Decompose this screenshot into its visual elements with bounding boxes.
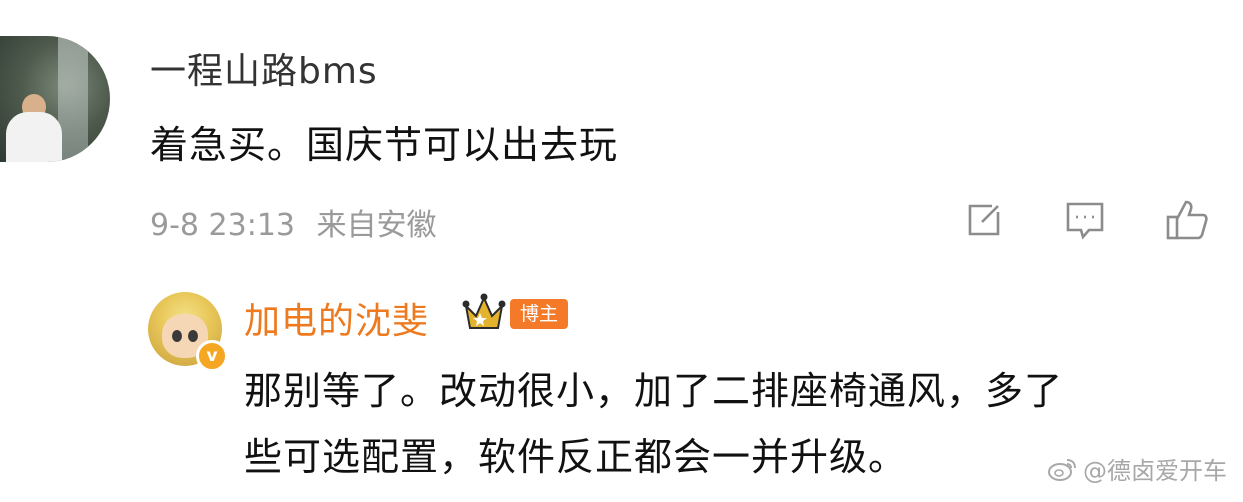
verified-badge: v (196, 340, 228, 372)
comment-time: 9-8 23:13 (150, 208, 295, 243)
watermark-text: @德卤爱开车 (1083, 457, 1227, 485)
host-badge: 博主 (510, 299, 569, 329)
share-edit-icon[interactable] (962, 198, 1006, 242)
weibo-logo-icon (1048, 458, 1076, 481)
user-avatar[interactable] (0, 36, 110, 162)
reply-username[interactable]: 加电的沈斐 (244, 292, 429, 344)
thumbs-up-icon[interactable] (1165, 198, 1209, 242)
comment-meta: 9-8 23:13 来自安徽 (150, 200, 437, 244)
avatar-eye (188, 330, 198, 342)
comment-username[interactable]: 一程山路bms (150, 42, 378, 94)
comment-location: 来自安徽 (316, 208, 437, 243)
avatar-background (58, 36, 88, 162)
avatar-body (6, 112, 62, 162)
comment-icon[interactable] (1063, 198, 1107, 242)
watermark: @德卤爱开车 (1047, 451, 1227, 486)
avatar-eye (172, 330, 182, 342)
comment-text: 着急买。国庆节可以出去玩 (150, 123, 619, 167)
reply-text-line: 那别等了。改动很小，加了二排座椅通风，多了 (244, 369, 1064, 413)
